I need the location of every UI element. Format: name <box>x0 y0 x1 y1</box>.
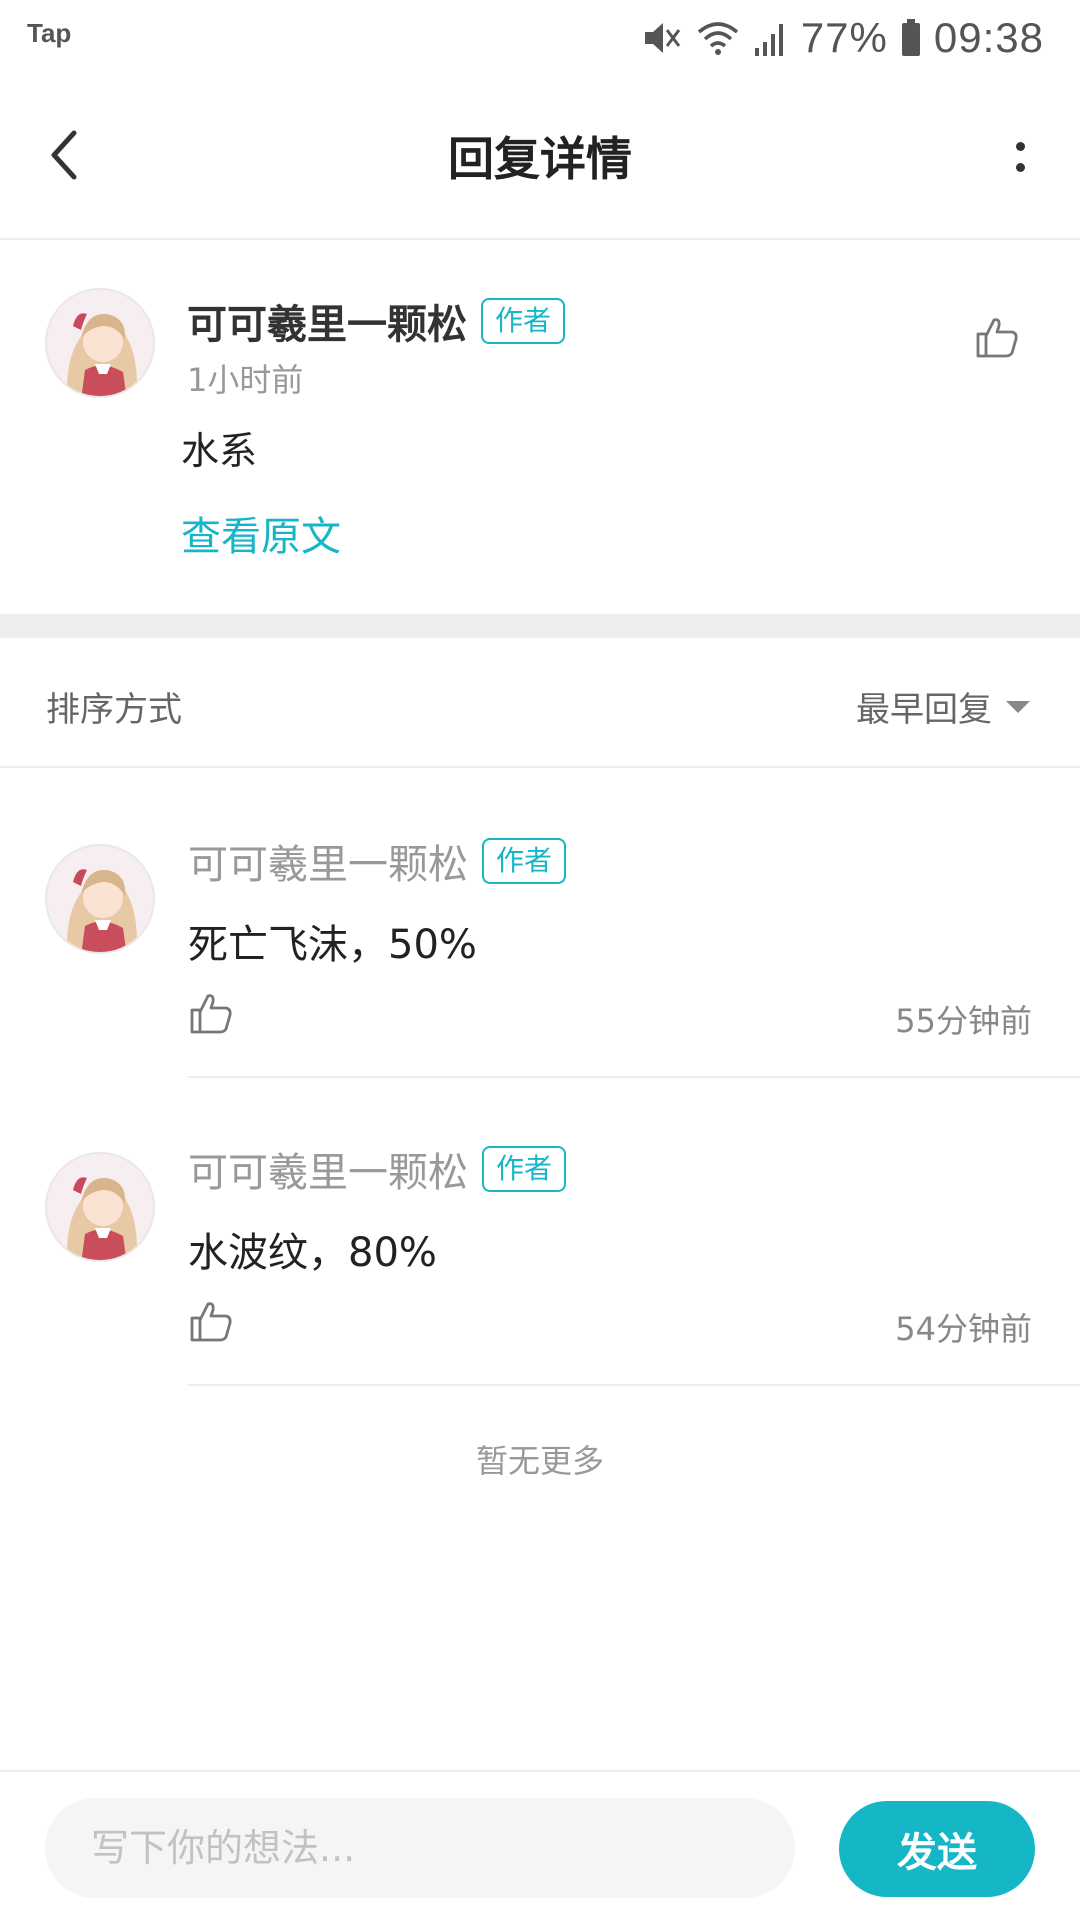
avatar[interactable] <box>45 844 155 954</box>
divider <box>188 1384 1080 1386</box>
wifi-icon <box>695 18 741 58</box>
comment-input-bar: 发送 <box>0 1770 1080 1920</box>
avatar[interactable] <box>45 1152 155 1262</box>
author-name[interactable]: 可可羲里一颗松 <box>188 832 468 890</box>
author-row: 可可羲里一颗松 作者 <box>187 292 566 350</box>
signal-icon <box>753 18 789 58</box>
caret-down-icon <box>1006 700 1030 713</box>
reply-time: 55分钟前 <box>895 1002 1032 1040</box>
post-time: 1小时前 <box>187 361 304 399</box>
reply-content: 死亡飞沫，50% <box>188 922 477 968</box>
thumbs-up-icon <box>190 994 232 1034</box>
like-button[interactable] <box>188 990 234 1040</box>
send-button[interactable]: 发送 <box>839 1801 1035 1897</box>
post-content: 水系 <box>181 429 258 473</box>
sort-label: 排序方式 <box>46 690 182 730</box>
thumbs-up-icon <box>976 318 1018 358</box>
reply-item: 可可羲里一颗松 作者 水波纹，80% 54分钟前 <box>0 1078 1080 1386</box>
status-bar: Tap 77% 09:38 <box>0 0 1080 75</box>
page-title: 回复详情 <box>448 132 632 186</box>
battery-icon <box>900 18 922 58</box>
comment-input[interactable] <box>45 1798 795 1898</box>
like-button[interactable] <box>974 314 1020 364</box>
header: 回复详情 <box>0 75 1080 240</box>
more-options-button[interactable] <box>1000 127 1040 187</box>
status-time: 09:38 <box>933 13 1044 61</box>
sort-selected-value: 最早回复 <box>856 690 992 730</box>
sort-bar: 排序方式 最早回复 <box>0 638 1080 768</box>
more-vertical-icon <box>1015 142 1025 151</box>
status-icons: 77% 09:38 <box>641 10 1044 65</box>
like-button[interactable] <box>188 1298 234 1348</box>
avatar[interactable] <box>45 288 155 398</box>
author-row: 可可羲里一颗松 作者 <box>188 1140 567 1198</box>
reply-content: 水波纹，80% <box>188 1230 437 1276</box>
author-row: 可可羲里一颗松 作者 <box>188 832 567 890</box>
author-badge: 作者 <box>482 838 567 884</box>
battery-percent: 77% <box>800 13 888 61</box>
no-more-text: 暂无更多 <box>475 1442 604 1480</box>
section-divider <box>0 614 1080 638</box>
author-name[interactable]: 可可羲里一颗松 <box>188 1140 468 1198</box>
author-badge: 作者 <box>482 1146 567 1192</box>
reply-item: 可可羲里一颗松 作者 死亡飞沫，50% 55分钟前 <box>0 770 1080 1078</box>
mute-icon <box>641 18 683 58</box>
sort-dropdown[interactable]: 最早回复 <box>856 682 1030 731</box>
main-post: 可可羲里一颗松 作者 1小时前 水系 查看原文 <box>0 242 1080 612</box>
author-name[interactable]: 可可羲里一颗松 <box>187 292 467 350</box>
author-badge: 作者 <box>481 298 566 344</box>
reply-time: 54分钟前 <box>895 1310 1032 1348</box>
status-app-label: Tap <box>27 18 72 48</box>
view-original-link[interactable]: 查看原文 <box>181 504 341 562</box>
thumbs-up-icon <box>190 1302 232 1342</box>
